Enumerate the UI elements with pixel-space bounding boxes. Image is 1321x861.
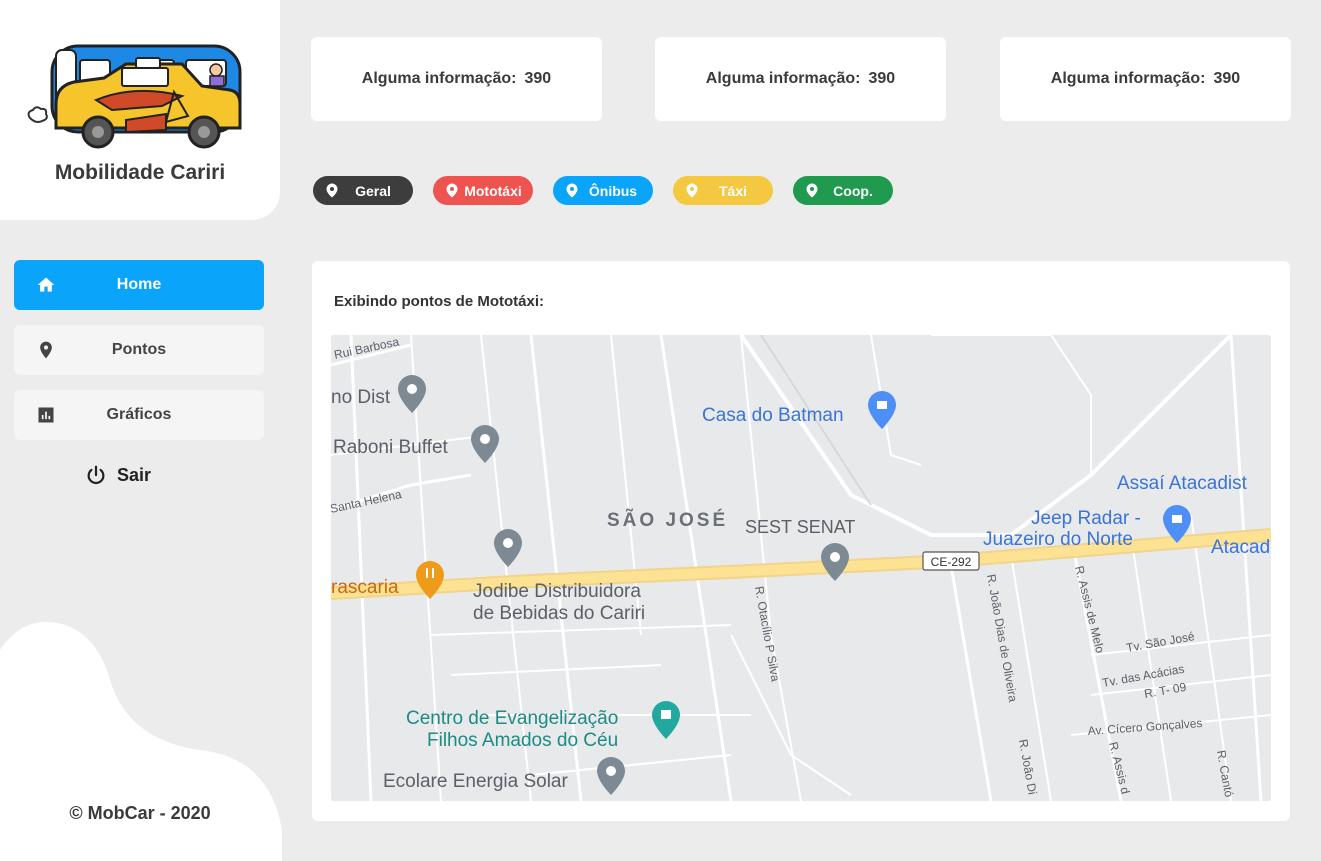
map-label-neighborhood: SÃO JOSÉ: [607, 509, 728, 531]
filter-label: Mototáxi: [464, 182, 522, 199]
map-pin-marker[interactable]: [398, 375, 426, 413]
info-card-label: Alguma informação:: [705, 70, 861, 87]
map-label-street: R. João Di: [1016, 738, 1040, 796]
sidebar: Mobilidade Cariri Home Pontos Gráficos S…: [0, 0, 282, 861]
logout-label: Sair: [117, 464, 152, 485]
road-shield-label: CE-292: [931, 555, 972, 569]
map-label-street: Rui Barbosa: [333, 335, 401, 362]
info-card: Alguma informação: 390: [1000, 37, 1291, 121]
map-label-poi-blue: Assaí Atacadist: [1117, 473, 1248, 494]
road-shield-ce-292: CE-292: [922, 551, 980, 571]
map-label-street: R. Cantó: [1214, 749, 1236, 798]
map-label-poi: Ecolare Energia Solar: [383, 771, 568, 792]
map-label-street: R. João Dias de Oliveira: [984, 573, 1020, 703]
map-view[interactable]: Rui Barbosa no Dist Raboni Buffet Santa …: [331, 335, 1271, 801]
filter-label: Ônibus: [588, 182, 638, 199]
map-label-street: R. T- 09: [1143, 680, 1188, 701]
map-pin-marker[interactable]: [821, 543, 849, 581]
panel-title: Exibindo pontos de Mototáxi:: [334, 293, 544, 310]
info-card: Alguma informação: 390: [311, 37, 602, 121]
sidebar-item-home[interactable]: Home: [14, 260, 264, 310]
filter-geral[interactable]: Geral: [313, 176, 413, 205]
map-panel: Exibindo pontos de Mototáxi: Rui Barbosa…: [312, 261, 1290, 821]
map-label-poi: Raboni Buffet: [333, 437, 449, 458]
sidebar-item-pontos[interactable]: Pontos: [14, 325, 264, 375]
map-label-street: R. Assis d: [1106, 740, 1132, 795]
info-card: Alguma informação: 390: [655, 37, 946, 121]
map-label-poi-orange: rascaria: [331, 577, 399, 598]
map-pin-marker[interactable]: [494, 529, 522, 567]
map-label-poi-teal: Filhos Amados do Céu: [427, 730, 618, 751]
home-icon: [37, 277, 55, 292]
brand-name: Mobilidade Cariri: [54, 161, 226, 184]
map-label-poi-blue: Jeep Radar -: [1031, 508, 1141, 529]
map-label-poi: SEST SENAT: [745, 517, 855, 537]
filter-label: Coop.: [833, 182, 873, 199]
filter-taxi[interactable]: Táxi: [673, 176, 773, 205]
brand-header: Mobilidade Cariri: [0, 0, 280, 220]
map-label-street: R. Otacílio P Silva: [752, 585, 783, 683]
info-card-value: 390: [524, 70, 552, 87]
map-label-poi: de Bebidas do Cariri: [473, 603, 645, 624]
shopping-pin-marker[interactable]: [868, 391, 896, 429]
info-card-label: Alguma informação:: [361, 70, 517, 87]
power-icon: [87, 465, 105, 485]
filter-coop[interactable]: Coop.: [793, 176, 893, 205]
map-label-poi: Jodibe Distribuidora: [473, 581, 641, 602]
sidebar-item-graficos[interactable]: Gráficos: [14, 390, 264, 440]
map-label-poi-blue: Juazeiro do Norte: [983, 529, 1133, 550]
logout-button[interactable]: Sair: [85, 464, 151, 486]
church-pin-marker[interactable]: [652, 701, 680, 739]
map-pin-icon: [40, 341, 52, 359]
info-card-value: 390: [868, 70, 896, 87]
map-label-street: Santa Helena: [331, 487, 403, 516]
filter-label: Táxi: [718, 182, 747, 199]
map-label-street: Tv. São José: [1125, 629, 1196, 655]
map-pin-marker[interactable]: [597, 757, 625, 795]
bus-taxi-logo: [26, 40, 244, 155]
map-label-poi-blue: Atacad: [1211, 537, 1270, 558]
info-card-value: 390: [1213, 70, 1241, 87]
info-card-label: Alguma informação:: [1050, 70, 1206, 87]
bar-chart-icon: [38, 407, 54, 423]
copyright-footer: © MobCar - 2020: [69, 803, 211, 823]
filter-onibus[interactable]: Ônibus: [553, 176, 653, 205]
filter-label: Geral: [355, 182, 391, 199]
map-label-poi-blue: Casa do Batman: [702, 405, 844, 426]
map-label-poi: no Dist: [331, 387, 391, 408]
filter-mototaxi[interactable]: Mototáxi: [433, 176, 533, 205]
map-label-poi-teal: Centro de Evangelização: [406, 708, 618, 729]
